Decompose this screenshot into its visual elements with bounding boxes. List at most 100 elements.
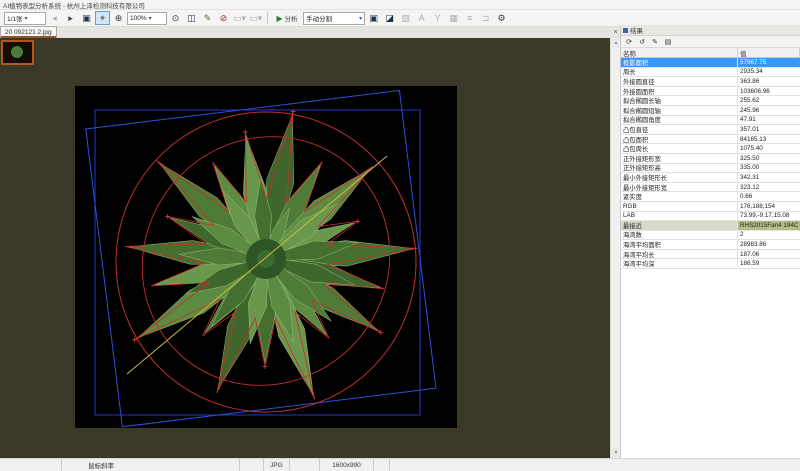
- toolbar-separator: [267, 12, 268, 24]
- table-row[interactable]: 外接圆面积103606.96: [621, 87, 800, 97]
- row-label: 拟合椭圆长轴: [621, 96, 738, 105]
- row-label: 海湾平均长: [621, 250, 738, 259]
- analyzed-image[interactable]: [75, 86, 457, 428]
- edit-result-button[interactable]: ✎: [650, 37, 660, 47]
- zoom-fit-button[interactable]: ⊙: [168, 11, 183, 25]
- dock-icon: ⊐: [482, 13, 490, 24]
- play-icon: ▶: [277, 14, 283, 23]
- chevron-down-icon: ▾: [25, 15, 28, 22]
- status-resolution-text: 1600x990: [332, 462, 361, 469]
- export-button[interactable]: ▤: [663, 37, 673, 47]
- next-image-button[interactable]: ▸: [63, 11, 78, 25]
- undo-button[interactable]: ↺: [637, 37, 647, 47]
- row-value: 0.66: [738, 192, 800, 201]
- grid-button[interactable]: ▦: [446, 11, 461, 25]
- status-mouse-info: 鼠标斜率: [62, 459, 240, 471]
- row-label: 最小外接矩形长: [621, 173, 738, 182]
- row-value: 255.62: [738, 96, 800, 105]
- results-panel-title: 结果: [630, 25, 643, 35]
- table-row[interactable]: 投影面积57967.75: [621, 58, 800, 68]
- table-row[interactable]: 海湾数2: [621, 231, 800, 241]
- edit-icon: ✎: [204, 13, 212, 24]
- row-value: 176,188,154: [738, 202, 800, 211]
- grid-icon: ▦: [449, 13, 458, 24]
- zoom-select-value: 100%: [130, 15, 147, 22]
- settings-button[interactable]: ⚙: [494, 11, 509, 25]
- table-row[interactable]: 正外接矩形高335.00: [621, 164, 800, 174]
- mode-select[interactable]: 手动分割 ▾: [303, 12, 365, 25]
- table-row[interactable]: 海湾平均长187.06: [621, 250, 800, 260]
- table-row[interactable]: RGB176,188,154: [621, 202, 800, 212]
- row-label: 凸包周长: [621, 144, 738, 153]
- table-row[interactable]: 正外接矩形宽325.50: [621, 154, 800, 164]
- status-mouse-info-text: 鼠标斜率: [88, 460, 114, 470]
- column-header-value: 值: [738, 48, 800, 57]
- chart-button[interactable]: ▨: [398, 11, 413, 25]
- gear-icon: ⚙: [498, 13, 506, 24]
- table-row[interactable]: 凸包周长1075.40: [621, 144, 800, 154]
- row-label: 外接圆直径: [621, 77, 738, 86]
- zoom-in-button[interactable]: ⊕: [111, 11, 126, 25]
- row-value: 342.31: [738, 173, 800, 182]
- list-button[interactable]: ≡: [462, 11, 477, 25]
- page-select[interactable]: 1/1张 ▾: [4, 12, 46, 25]
- table-row[interactable]: 最接近RHS2015Fan4 194C Yellow: [621, 221, 800, 231]
- row-label: 凸包直径: [621, 125, 738, 134]
- table-row[interactable]: 凸包面积84165.13: [621, 135, 800, 145]
- edit-button[interactable]: ✎: [200, 11, 215, 25]
- chevron-down-icon: ▾: [149, 15, 152, 22]
- swap-icon: ◫: [187, 13, 196, 24]
- font-button[interactable]: A: [414, 11, 429, 25]
- capture-button[interactable]: ▣: [79, 11, 94, 25]
- page-select-value: 1/1张: [7, 13, 23, 23]
- row-value: 1075.40: [738, 144, 800, 153]
- stop-button[interactable]: ⊘: [216, 11, 231, 25]
- row-label: RGB: [621, 202, 738, 211]
- table-row[interactable]: LAB73.99,-9.17,15.08: [621, 212, 800, 222]
- table-row[interactable]: 拟合椭圆长轴255.62: [621, 96, 800, 106]
- row-value: 325.50: [738, 154, 800, 163]
- thumbnail-selected[interactable]: [1, 40, 34, 65]
- file-tab[interactable]: 20 092121 2.jpg: [0, 26, 57, 38]
- table-row[interactable]: 海湾平均面积28983.86: [621, 240, 800, 250]
- table-row[interactable]: 拟合椭圆短轴245.96: [621, 106, 800, 116]
- row-value: 245.96: [738, 106, 800, 115]
- canvas-scrollbar[interactable]: ▲ ▼: [610, 38, 620, 458]
- table-row[interactable]: 周长2935.34: [621, 68, 800, 78]
- image-canvas[interactable]: [0, 38, 610, 458]
- status-resolution: 1600x990: [320, 459, 374, 471]
- row-label: 投影面积: [621, 58, 738, 67]
- table-row[interactable]: 外接圆直径363.86: [621, 77, 800, 87]
- chevron-down-icon: ▾: [242, 13, 247, 24]
- row-label: 正外接矩形宽: [621, 154, 738, 163]
- status-empty-3: [290, 459, 320, 471]
- table-row[interactable]: 最小外接矩形长342.31: [621, 173, 800, 183]
- dock-button[interactable]: ⊐: [478, 11, 493, 25]
- table-row[interactable]: 拟合椭圆角度47.91: [621, 116, 800, 126]
- shape-tool-button-2[interactable]: ▭ ▾: [248, 11, 263, 25]
- row-label: 拟合椭圆短轴: [621, 106, 738, 115]
- branch-button[interactable]: Y: [430, 11, 445, 25]
- row-label: 拟合椭圆角度: [621, 116, 738, 125]
- refresh-button[interactable]: ⟳: [624, 37, 634, 47]
- table-row[interactable]: 海湾平均深186.59: [621, 259, 800, 269]
- analyze-button[interactable]: ▶ 分析: [272, 11, 302, 25]
- row-value: 186.59: [738, 259, 800, 268]
- capture-icon: ▣: [82, 13, 91, 24]
- table-row[interactable]: 最小外接矩形宽323.12: [621, 183, 800, 193]
- image-b-button[interactable]: ◪: [382, 11, 397, 25]
- prev-image-button[interactable]: ◂: [47, 11, 62, 25]
- zoom-select[interactable]: 100% ▾: [127, 12, 167, 25]
- status-format: JPG: [264, 459, 290, 471]
- table-row[interactable]: 紧实度0.66: [621, 192, 800, 202]
- zoom-in-icon: ⊕: [115, 13, 123, 24]
- row-value: 363.86: [738, 77, 800, 86]
- shape-tool-button-1[interactable]: ▭ ▾: [232, 11, 247, 25]
- results-panel: 结果 ⟳ ↺ ✎ ▤ 名称 值 投影面积57967.75周长2935.34外接圆…: [620, 25, 800, 458]
- table-row[interactable]: 凸包直径357.01: [621, 125, 800, 135]
- pan-tool-button[interactable]: ⌖: [95, 11, 110, 25]
- swap-view-button[interactable]: ◫: [184, 11, 199, 25]
- row-label: 外接圆面积: [621, 87, 738, 96]
- pan-icon: ⌖: [100, 13, 105, 24]
- image-a-button[interactable]: ▣: [366, 11, 381, 25]
